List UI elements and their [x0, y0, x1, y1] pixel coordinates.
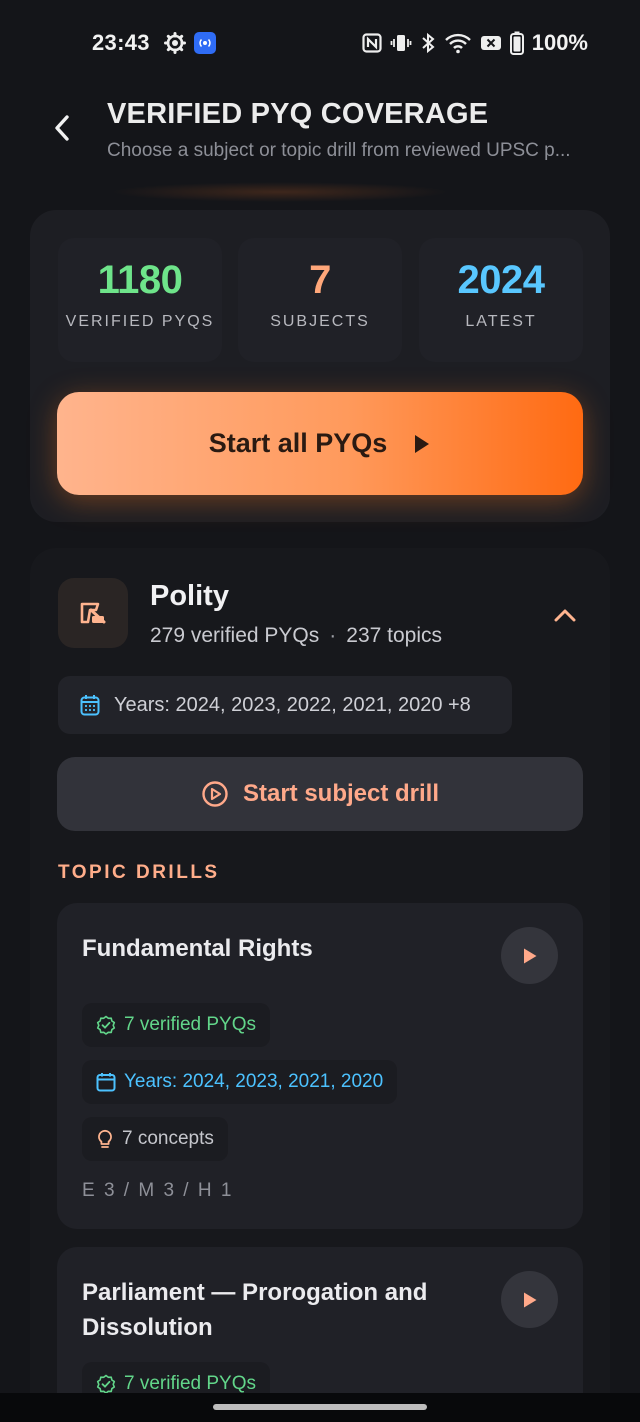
calendar-icon [96, 1073, 116, 1092]
topic-title: Fundamental Rights [82, 935, 313, 962]
bluetooth-icon [420, 32, 436, 54]
header-glow [110, 182, 450, 202]
concepts-chip: 7 concepts [82, 1117, 228, 1161]
play-icon [523, 948, 536, 963]
stat-value: 2024 [457, 258, 545, 302]
lightbulb-icon [98, 1129, 112, 1148]
play-circle-icon [202, 781, 228, 807]
topic-title: Parliament — Prorogation and Dissolution [82, 1279, 428, 1341]
stat-label: VERIFIED PYQS [65, 313, 215, 330]
broadcast-icon [194, 32, 216, 54]
stat-label: LATEST [465, 313, 537, 330]
topic-card[interactable]: Fundamental Rights 7 verified PYQs Years… [57, 903, 583, 1229]
status-bar: 23:43 100% [0, 0, 640, 86]
topic-years-text: Years: 2024, 2023, 2021, 2020 [124, 1071, 384, 1092]
wifi-icon [444, 32, 472, 54]
subject-name: Polity [150, 580, 229, 612]
concepts-text: 7 concepts [122, 1128, 214, 1149]
subject-years-chip: Years: 2024, 2023, 2022, 2021, 2020 +8 [58, 676, 512, 734]
stat-verified-pyqs: 1180 VERIFIED PYQS [58, 238, 222, 362]
x-box-icon [480, 32, 502, 54]
subject-years-text: Years: 2024, 2023, 2022, 2021, 2020 +8 [114, 693, 471, 716]
stat-value: 7 [309, 258, 331, 302]
stats-card: 1180 VERIFIED PYQS 7 SUBJECTS 2024 LATES… [30, 210, 610, 522]
gear-icon [164, 32, 186, 59]
subject-panel: Polity 279 verified PYQs · 237 topics Year… [30, 548, 610, 1422]
battery-icon [509, 31, 524, 55]
nfc-icon [362, 33, 382, 53]
gavel-icon [80, 602, 106, 624]
page-title: VERIFIED PYQ COVERAGE [107, 98, 489, 130]
subject-drill-label: Start subject drill [242, 780, 440, 807]
start-all-pyqs-button[interactable]: Start all PYQs [57, 392, 583, 495]
app-screen: 23:43 100% VERIFIED PYQ COVERAGE Choose … [0, 0, 640, 1422]
start-all-label: Start all PYQs [208, 428, 388, 458]
separator-dot: · [329, 624, 337, 647]
verified-pyqs-chip: 7 verified PYQs [82, 1003, 270, 1047]
subject-verified-count: 279 verified PYQs [150, 624, 320, 647]
subject-topics-count: 237 topics [346, 624, 442, 647]
stat-latest: 2024 LATEST [419, 238, 583, 362]
vibrate-icon [390, 32, 412, 54]
page-header: VERIFIED PYQ COVERAGE Choose a subject o… [0, 86, 640, 202]
verified-pyqs-text: 7 verified PYQs [124, 1014, 256, 1035]
topic-play-button[interactable] [501, 1271, 558, 1328]
home-indicator[interactable] [213, 1404, 427, 1410]
start-subject-drill-button[interactable]: Start subject drill [57, 757, 583, 831]
back-button[interactable] [44, 108, 80, 148]
topic-play-button[interactable] [501, 927, 558, 984]
stat-subjects: 7 SUBJECTS [238, 238, 402, 362]
polity-subject-icon [58, 578, 128, 648]
verified-badge-icon [96, 1374, 116, 1394]
battery-percent: 100% [531, 30, 588, 55]
topic-drills-heading: TOPIC DRILLS [58, 862, 220, 883]
collapse-subject-button[interactable] [550, 600, 580, 630]
stat-label: SUBJECTS [270, 313, 370, 330]
play-icon [523, 1292, 536, 1307]
verified-badge-icon [96, 1015, 116, 1035]
calendar-grid-icon [80, 695, 100, 716]
topic-years-chip: Years: 2024, 2023, 2021, 2020 [82, 1060, 398, 1104]
status-time: 23:43 [92, 30, 150, 55]
difficulty-breakdown: E 3 / M 3 / H 1 [82, 1180, 234, 1201]
play-icon [415, 434, 430, 453]
stat-value: 1180 [97, 258, 183, 302]
chevron-left-icon [55, 115, 69, 141]
verified-pyqs-text: 7 verified PYQs [124, 1373, 256, 1394]
page-subtitle: Choose a subject or topic drill from rev… [107, 140, 571, 161]
chevron-up-icon [554, 609, 576, 622]
status-icons: 100% [362, 30, 588, 56]
subject-meta: 279 verified PYQs · 237 topics [150, 624, 442, 648]
